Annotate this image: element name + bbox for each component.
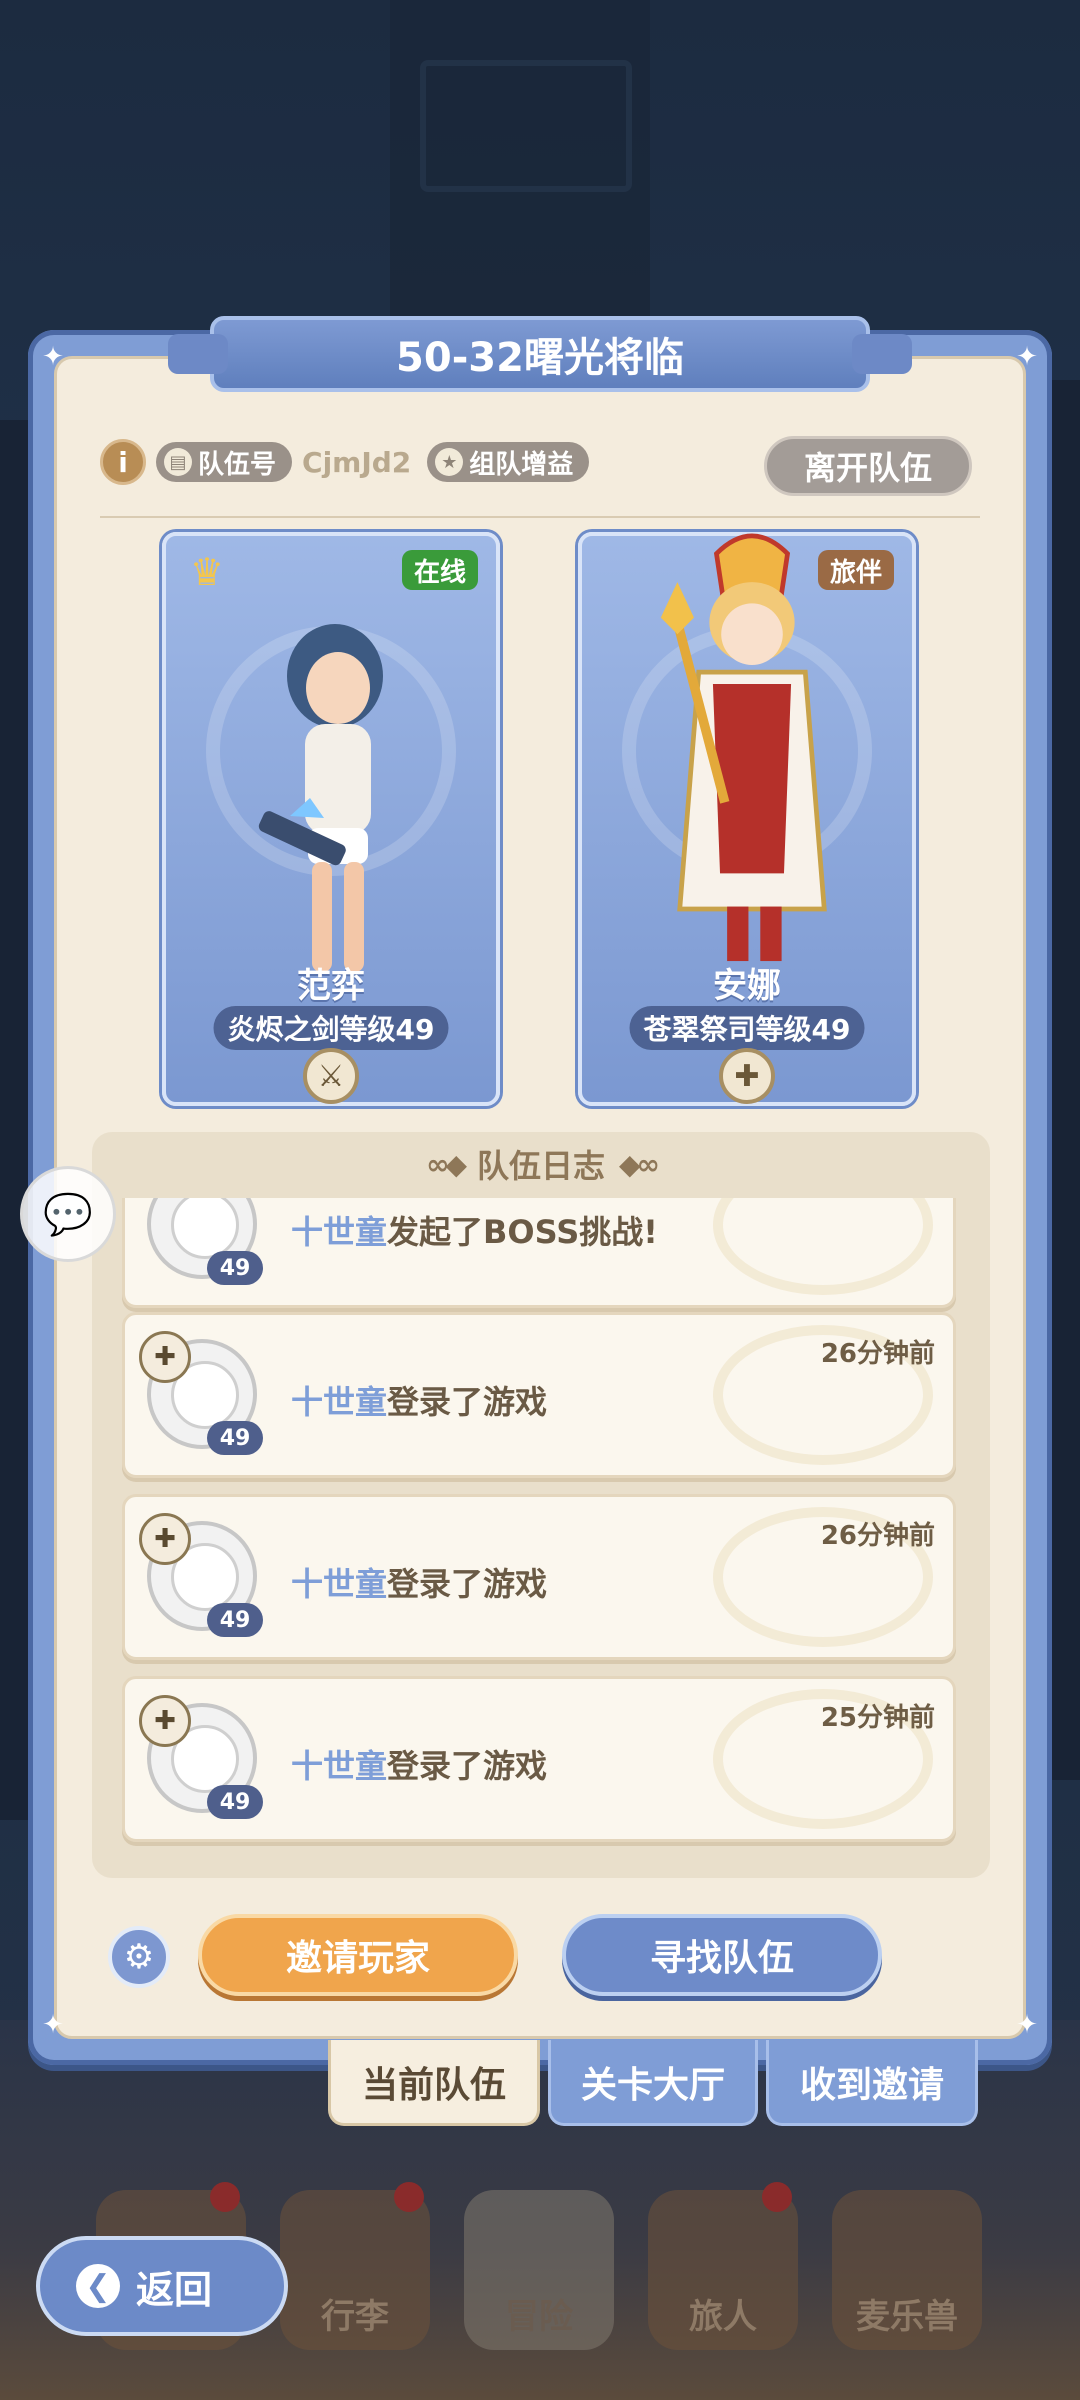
log-action: 登录了游戏 — [387, 1565, 548, 1603]
member-name: 范弈 — [297, 966, 365, 1006]
log-text: 十世童登录了游戏 — [291, 1741, 547, 1787]
member-class-level: 苍翠祭司等级49 — [629, 1006, 865, 1050]
find-team-button[interactable]: 寻找队伍 — [562, 1914, 882, 1996]
character-portrait — [258, 624, 383, 972]
settings-button[interactable]: ⚙ — [108, 1926, 170, 1988]
member-name: 安娜 — [713, 966, 781, 1006]
back-label: 返回 — [136, 2267, 213, 2312]
log-text: 十世童登录了游戏 — [291, 1377, 547, 1423]
log-text: 十世童发起了BOSS挑战! — [291, 1207, 658, 1253]
invite-player-button[interactable]: 邀请玩家 — [198, 1914, 518, 1996]
avatar[interactable]: 49 — [147, 1198, 263, 1285]
chat-bubble-button[interactable]: 💬 — [20, 1166, 116, 1262]
log-timestamp: 26分钟前 — [820, 1521, 935, 1551]
log-timestamp: 26分钟前 — [820, 1339, 935, 1369]
avatar[interactable]: ✚ 49 — [139, 1695, 263, 1819]
nav-label: 行李 — [321, 2297, 389, 2337]
player-name[interactable]: 十世童 — [291, 1383, 387, 1421]
nav-pets[interactable]: 麦乐兽 — [832, 2190, 982, 2350]
info-icon[interactable]: i — [100, 439, 146, 485]
team-number-label: 队伍号 — [198, 449, 277, 480]
team-bonus-pill[interactable]: ★ 组队增益 — [427, 442, 590, 482]
player-name[interactable]: 十世童 — [291, 1213, 387, 1251]
member-card[interactable]: ♛ 在线 范弈 炎烬之剑等级49 ⚔ — [162, 532, 500, 1106]
log-text: 十世童登录了游戏 — [291, 1559, 547, 1605]
crown-icon: ♛ — [190, 550, 225, 594]
team-bonus-label: 组队增益 — [469, 449, 574, 480]
team-log-list[interactable]: 49 十世童发起了BOSS挑战! 26分钟前 ✚ 49 十世童登录了游戏 26分… — [92, 1198, 990, 1858]
level-badge: 49 — [207, 1251, 263, 1285]
chat-icon: 💬 — [43, 1191, 93, 1238]
player-name[interactable]: 十世童 — [291, 1747, 387, 1785]
member-class-level: 炎烬之剑等级49 — [213, 1006, 449, 1050]
cross-icon: ✚ — [139, 1331, 191, 1383]
level-badge: 49 — [207, 1421, 263, 1455]
status-badge: 在线 — [401, 550, 478, 590]
notification-dot — [210, 2182, 240, 2212]
level-badge: 49 — [207, 1603, 263, 1637]
cross-icon: ✚ — [719, 1048, 775, 1104]
avatar-face — [171, 1198, 239, 1259]
player-name[interactable]: 十世童 — [291, 1565, 387, 1603]
notification-dot — [762, 2182, 792, 2212]
nav-label: 旅人 — [689, 2297, 757, 2337]
log-entry: 26分钟前 ✚ 49 十世童登录了游戏 — [122, 1312, 956, 1478]
background-clock — [420, 60, 632, 192]
log-entry: 25分钟前 ✚ 49 十世童登录了游戏 — [122, 1676, 956, 1842]
corner-star-icon: ✦ — [1016, 2010, 1038, 2040]
gear-icon: ⚙ — [123, 1937, 155, 1977]
log-entry: 49 十世童发起了BOSS挑战! — [122, 1198, 956, 1308]
nav-adventure[interactable]: 冒险 — [464, 2190, 614, 2350]
log-action: 登录了游戏 — [387, 1383, 548, 1421]
tab-received-invites[interactable]: 收到邀请 — [766, 2040, 978, 2126]
divider — [100, 516, 980, 518]
back-button[interactable]: ❮ 返回 — [36, 2236, 288, 2336]
level-badge: 49 — [207, 1785, 263, 1819]
character-portrait — [660, 533, 827, 962]
log-action: 发起了BOSS挑战! — [387, 1213, 658, 1251]
leave-team-button[interactable]: 离开队伍 — [764, 436, 972, 496]
avatar[interactable]: ✚ 49 — [139, 1513, 263, 1637]
notification-dot — [394, 2182, 424, 2212]
sword-icon: ⚔ — [303, 1048, 359, 1104]
log-timestamp: 25分钟前 — [820, 1703, 935, 1733]
clipboard-icon: ▤ — [164, 448, 192, 476]
corner-star-icon: ✦ — [42, 2010, 64, 2040]
nav-luggage[interactable]: 行李 — [280, 2182, 430, 2350]
team-code[interactable]: CjmJd2 — [302, 446, 411, 479]
nav-label: 麦乐兽 — [856, 2297, 958, 2337]
log-action: 登录了游戏 — [387, 1747, 548, 1785]
nav-travelers[interactable]: 旅人 — [648, 2182, 798, 2350]
back-arrow-icon: ❮ — [76, 2264, 120, 2308]
log-entry: 26分钟前 ✚ 49 十世童登录了游戏 — [122, 1494, 956, 1660]
tab-current-team[interactable]: 当前队伍 — [328, 2040, 540, 2126]
cross-icon: ✚ — [139, 1513, 191, 1565]
star-badge-icon: ★ — [435, 448, 464, 476]
status-badge: 旅伴 — [817, 550, 894, 590]
team-number-pill[interactable]: ▤ 队伍号 — [156, 442, 293, 482]
team-info-row: i ▤ 队伍号 CjmJd2 ★ 组队增益 — [100, 438, 590, 486]
team-log-header: ∞◆ 队伍日志 ◆∞ — [92, 1134, 990, 1194]
corner-star-icon: ✦ — [1016, 342, 1038, 372]
page-title-text: 50-32曙光将临 — [396, 335, 684, 381]
moon-pattern — [713, 1198, 933, 1295]
member-card[interactable]: 旅伴 安娜 苍翠祭司等级49 ✚ — [578, 532, 916, 1106]
corner-star-icon: ✦ — [42, 342, 64, 372]
cross-icon: ✚ — [139, 1695, 191, 1747]
team-log-title: 队伍日志 — [476, 1147, 605, 1185]
tab-stage-lobby[interactable]: 关卡大厅 — [548, 2040, 758, 2126]
ornament-left-icon: ∞◆ — [426, 1147, 467, 1181]
avatar[interactable]: ✚ 49 — [139, 1331, 263, 1455]
nav-label: 冒险 — [505, 2297, 573, 2337]
page-title: 50-32曙光将临 — [168, 316, 912, 392]
ornament-right-icon: ◆∞ — [619, 1147, 660, 1181]
